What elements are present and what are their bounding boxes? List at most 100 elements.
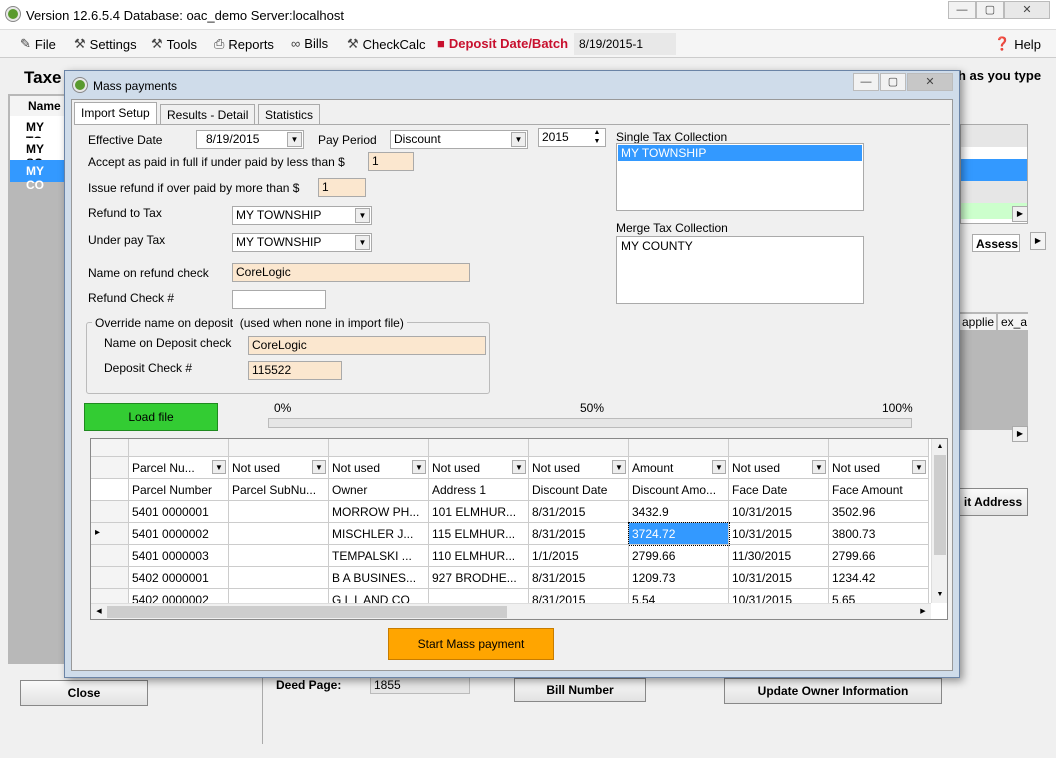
- grid-cell[interactable]: 3800.73: [829, 523, 929, 545]
- grid-cell[interactable]: 11/30/2015: [729, 545, 829, 567]
- grid-cell[interactable]: 1234.42: [829, 567, 929, 589]
- close-window-button[interactable]: ✕: [1004, 1, 1050, 19]
- chevron-down-icon[interactable]: ▼: [355, 208, 370, 223]
- row-selector[interactable]: [91, 567, 129, 589]
- dialog-close-button[interactable]: ✕: [907, 73, 953, 91]
- grid-cell[interactable]: 8/31/2015: [529, 567, 629, 589]
- grid-cell[interactable]: 5401 0000003: [129, 545, 229, 567]
- dialog-maximize-button[interactable]: ▢: [880, 73, 906, 91]
- grid-cell[interactable]: 115 ELMHUR...: [429, 523, 529, 545]
- grid-cell[interactable]: TEMPALSKI ...: [329, 545, 429, 567]
- scroll-right-icon[interactable]: ▶: [1012, 426, 1028, 442]
- menu-settings[interactable]: ⚒ Settings: [74, 36, 137, 52]
- assess-tab[interactable]: Assess: [972, 234, 1020, 252]
- grid-cell[interactable]: 101 ELMHUR...: [429, 501, 529, 523]
- scroll-right-icon[interactable]: ▶: [915, 604, 931, 619]
- menu-help[interactable]: ❓ Help: [994, 36, 1041, 52]
- menu-reports[interactable]: ⎙ Reports: [214, 36, 274, 52]
- load-file-button[interactable]: Load file: [84, 403, 218, 431]
- grid-vertical-scrollbar[interactable]: ▲ ▼: [931, 439, 947, 603]
- chevron-down-icon[interactable]: ▼: [912, 460, 926, 474]
- scroll-left-icon[interactable]: ◀: [91, 604, 107, 619]
- chevron-down-icon[interactable]: ▼: [812, 460, 826, 474]
- grid-cell[interactable]: 2799.66: [829, 545, 929, 567]
- column-mapping-select[interactable]: Not used ▼: [329, 457, 429, 479]
- menu-bills[interactable]: ∞ Bills: [291, 36, 328, 51]
- deposit-check-input[interactable]: 115522: [248, 361, 342, 380]
- tab-import-setup[interactable]: Import Setup: [74, 102, 157, 125]
- grid-cell[interactable]: 5402 0000001: [129, 567, 229, 589]
- chevron-down-icon[interactable]: ▼: [712, 460, 726, 474]
- grid-cell[interactable]: 3724.72: [628, 522, 730, 546]
- year-stepper[interactable]: 2015 ▲ ▼: [538, 128, 606, 147]
- name-on-refund-input[interactable]: CoreLogic: [232, 263, 470, 282]
- pay-period-select[interactable]: Discount ▼: [390, 130, 528, 149]
- tab-results-detail[interactable]: Results - Detail: [160, 104, 256, 124]
- scroll-thumb[interactable]: [107, 606, 507, 618]
- chevron-down-icon[interactable]: ▼: [312, 460, 326, 474]
- menu-deposit[interactable]: ■ Deposit Date/Batch: [437, 36, 568, 51]
- scroll-down-icon[interactable]: ▼: [932, 587, 947, 603]
- single-tax-list[interactable]: MY TOWNSHIP: [616, 143, 864, 211]
- grid-cell[interactable]: [229, 545, 329, 567]
- grid-cell[interactable]: 5401 0000002: [129, 523, 229, 545]
- column-mapping-select[interactable]: Not used ▼: [729, 457, 829, 479]
- row-selector[interactable]: ▸: [91, 523, 129, 545]
- bill-number-button[interactable]: Bill Number: [514, 678, 646, 702]
- grid-cell[interactable]: 3502.96: [829, 501, 929, 523]
- update-owner-button[interactable]: Update Owner Information: [724, 678, 942, 704]
- tab-statistics[interactable]: Statistics: [258, 104, 321, 124]
- grid-cell[interactable]: 8/31/2015: [529, 501, 629, 523]
- grid-cell[interactable]: [229, 567, 329, 589]
- column-mapping-select[interactable]: Not used ▼: [829, 457, 929, 479]
- dialog-minimize-button[interactable]: —: [853, 73, 879, 91]
- name-on-deposit-input[interactable]: CoreLogic: [248, 336, 486, 355]
- scroll-up-icon[interactable]: ▲: [932, 439, 947, 455]
- chevron-down-icon[interactable]: ▼: [512, 460, 526, 474]
- refund-check-input[interactable]: [232, 290, 326, 309]
- under-pay-tax-select[interactable]: MY TOWNSHIP ▼: [232, 233, 372, 252]
- row-selector[interactable]: [91, 545, 129, 567]
- grid-cell[interactable]: 1/1/2015: [529, 545, 629, 567]
- grid-cell[interactable]: 2799.66: [629, 545, 729, 567]
- chevron-down-icon[interactable]: ▼: [212, 460, 226, 474]
- grid-cell[interactable]: MISCHLER J...: [329, 523, 429, 545]
- column-mapping-select[interactable]: Amount ▼: [629, 457, 729, 479]
- grid-cell[interactable]: 10/31/2015: [729, 523, 829, 545]
- grid-cell[interactable]: 10/31/2015: [729, 567, 829, 589]
- bg-row[interactable]: MY SC: [10, 138, 66, 170]
- stepper-up-icon[interactable]: ▲: [590, 129, 604, 137]
- tab-scroll-right-icon[interactable]: ▶: [1030, 232, 1046, 250]
- minimize-button[interactable]: —: [948, 1, 976, 19]
- grid-cell[interactable]: 10/31/2015: [729, 501, 829, 523]
- column-mapping-select[interactable]: Not used ▼: [229, 457, 329, 479]
- menu-file[interactable]: ✎ File: [20, 36, 56, 52]
- close-button[interactable]: Close: [20, 680, 148, 706]
- scroll-thumb[interactable]: [934, 455, 946, 555]
- bg-row[interactable]: MY TO: [10, 116, 66, 148]
- menu-checkcalc[interactable]: ⚒ CheckCalc: [347, 36, 426, 52]
- chevron-down-icon[interactable]: ▼: [612, 460, 626, 474]
- grid-cell[interactable]: 1209.73: [629, 567, 729, 589]
- edit-address-button[interactable]: it Address: [958, 488, 1028, 516]
- merge-tax-list[interactable]: MY COUNTY: [616, 236, 864, 304]
- grid-cell[interactable]: 927 BRODHE...: [429, 567, 529, 589]
- effective-date-picker[interactable]: 8/19/2015 ▼: [196, 130, 304, 149]
- chevron-down-icon[interactable]: ▼: [511, 132, 526, 147]
- grid-cell[interactable]: 3432.9: [629, 501, 729, 523]
- column-mapping-select[interactable]: Not used ▼: [529, 457, 629, 479]
- menu-tools[interactable]: ⚒ Tools: [151, 36, 197, 52]
- merge-tax-item[interactable]: MY COUNTY: [618, 238, 862, 254]
- grid-cell[interactable]: [229, 501, 329, 523]
- grid-cell[interactable]: 110 ELMHUR...: [429, 545, 529, 567]
- chevron-down-icon[interactable]: ▼: [287, 132, 302, 147]
- chevron-down-icon[interactable]: ▼: [355, 235, 370, 250]
- grid-cell[interactable]: MORROW PH...: [329, 501, 429, 523]
- issue-refund-input[interactable]: 1: [318, 178, 366, 197]
- maximize-button[interactable]: ▢: [976, 1, 1004, 19]
- grid-horizontal-scrollbar[interactable]: ◀ ▶: [91, 603, 931, 619]
- refund-to-tax-select[interactable]: MY TOWNSHIP ▼: [232, 206, 372, 225]
- row-selector[interactable]: [91, 501, 129, 523]
- grid-cell[interactable]: 5401 0000001: [129, 501, 229, 523]
- grid-cell[interactable]: 8/31/2015: [529, 523, 629, 545]
